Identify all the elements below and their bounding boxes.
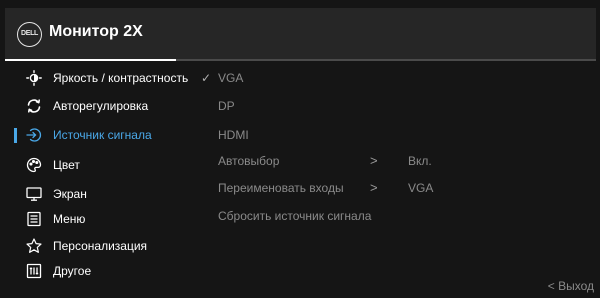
monitor-osd: DELL Монитор 2X Яркость / контрастность … (0, 0, 600, 298)
input-source-icon (26, 127, 42, 143)
others-icon (26, 263, 42, 279)
star-icon (26, 238, 42, 254)
dell-logo: DELL (17, 22, 42, 47)
menu-item-personalize[interactable]: Персонализация (5, 234, 211, 258)
osd-panel: Яркость / контрастность ✓ Авторегулировк… (5, 61, 596, 298)
auto-select-value: Вкл. (408, 154, 432, 168)
menu-item-menu[interactable]: Меню (5, 207, 211, 231)
source-option-hdmi[interactable]: HDMI (218, 123, 249, 147)
brightness-icon (26, 70, 42, 86)
menu-item-color[interactable]: Цвет (5, 153, 211, 177)
check-mark-icon: ✓ (201, 71, 212, 85)
menu-item-input-source[interactable]: Источник сигнала (5, 123, 211, 147)
chevron-right-icon: > (370, 180, 378, 195)
menu-item-label: Цвет (53, 158, 80, 172)
display-icon (26, 186, 42, 202)
chevron-right-icon: > (370, 153, 378, 168)
exit-button[interactable]: < Выход (548, 279, 594, 293)
osd-header: DELL Монитор 2X (5, 8, 596, 59)
menu-item-label: Персонализация (53, 239, 148, 253)
menu-item-label: Другое (53, 264, 92, 278)
auto-adjust-icon (26, 98, 42, 114)
menu-icon (26, 211, 42, 227)
menu-item-label: Источник сигнала (53, 128, 152, 142)
rename-inputs-value: VGA (408, 181, 434, 195)
reset-input-source-option[interactable]: Сбросить источник сигнала (218, 204, 371, 228)
menu-item-label: Экран (53, 187, 87, 201)
source-option-vga[interactable]: VGA (218, 66, 243, 90)
menu-item-others[interactable]: Другое (5, 259, 211, 283)
source-option-dp[interactable]: DP (218, 94, 235, 118)
menu-item-label: Меню (53, 212, 86, 226)
auto-select-option[interactable]: Автовыбор (218, 149, 279, 173)
selection-indicator (14, 128, 17, 143)
color-palette-icon (26, 157, 42, 173)
menu-item-display[interactable]: Экран (5, 182, 211, 206)
menu-item-brightness-contrast[interactable]: Яркость / контрастность ✓ (5, 66, 211, 90)
osd-title: Монитор 2X (49, 23, 143, 40)
menu-item-auto-adjust[interactable]: Авторегулировка (5, 94, 211, 118)
menu-item-label: Авторегулировка (53, 99, 149, 113)
rename-inputs-option[interactable]: Переименовать входы (218, 176, 344, 200)
menu-item-label: Яркость / контрастность (53, 71, 189, 85)
